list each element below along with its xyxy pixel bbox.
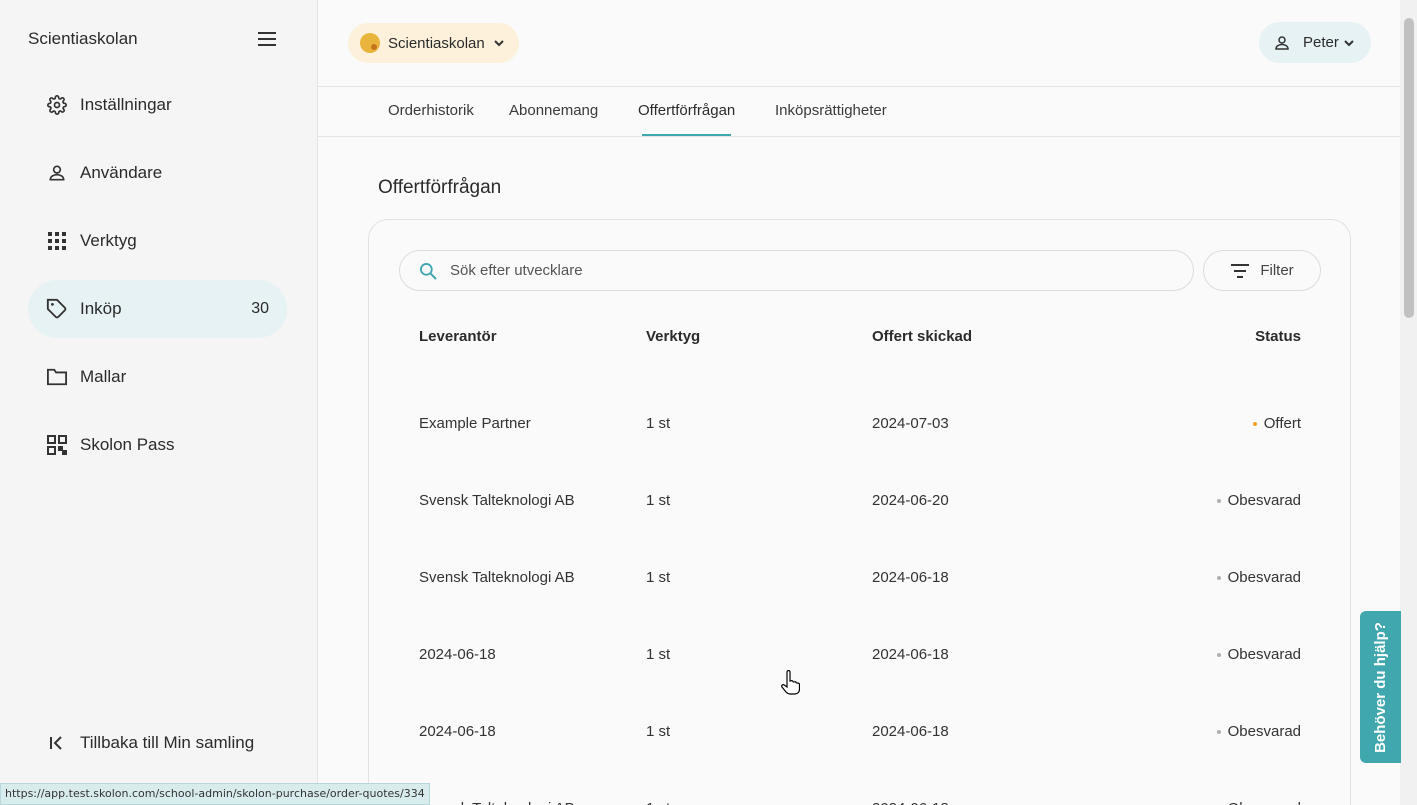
cell-tools: 1 st [646,800,670,805]
school-name: Scientiaskolan [388,34,485,52]
table-row[interactable]: 2024-06-18 1 st 2024-06-18 Obesvarad [419,579,1301,663]
school-selector[interactable]: Scientiaskolan [348,23,519,63]
school-logo-icon [360,33,380,53]
brand-name: Scientiaskolan [28,29,138,48]
sidebar-item-verktyg[interactable]: Verktyg [28,212,287,270]
sidebar-item-skolon-pass[interactable]: Skolon Pass [28,416,287,474]
sidebar-item-inkop[interactable]: Inköp 30 [28,280,287,338]
column-header-status[interactable]: Status [1255,328,1301,345]
hamburger-menu-icon[interactable] [256,28,278,50]
search-bar[interactable] [399,250,1194,291]
chevron-down-icon [1344,39,1354,46]
column-header-supplier[interactable]: Leverantör [419,328,497,345]
tab-offertforfragan[interactable]: Offertförfrågan [638,88,735,136]
grid-icon [46,230,68,252]
filter-button[interactable]: Filter [1203,250,1321,291]
column-header-sent[interactable]: Offert skickad [872,328,972,345]
search-icon [420,262,437,279]
sidebar-item-installningar[interactable]: Inställningar [28,76,287,134]
folder-icon [46,366,68,388]
chevron-down-icon [494,40,504,47]
sidebar-item-label: Verktyg [80,231,137,250]
sidebar: Scientiaskolan Inställningar Användare V… [0,0,318,805]
tab-abonnemang[interactable]: Abonnemang [509,88,598,136]
top-bar: Scientiaskolan Peter [318,0,1400,87]
table-row[interactable]: Example Partner 1 st 2024-07-03 Offert [419,348,1301,432]
filter-icon [1231,263,1250,278]
qr-icon [46,434,68,456]
table-row[interactable]: Svensk Talteknologi AB1 st2024-06-18Obes… [419,502,1301,586]
purchase-tabs: Orderhistorik Abonnemang Offertförfrågan… [318,88,1400,137]
cell-sent-date: 2024-06-18 [872,800,949,805]
back-link-label: Tillbaka till Min samling [80,733,255,752]
column-header-tools[interactable]: Verktyg [646,328,700,345]
link-status-bar: https://app.test.skolon.com/school-admin… [0,783,430,805]
table-row[interactable]: Svensk Talteknologi AB 1 st 2024-06-18 Obes… [419,733,1301,805]
quotes-card: Filter Leverantör Verktyg Offert skickad… [368,219,1351,805]
hand-cursor-icon [781,670,800,695]
sidebar-nav: Inställningar Användare Verktyg Inköp 30 [28,76,287,484]
tab-orderhistorik[interactable]: Orderhistorik [388,88,474,136]
person-icon [46,162,68,184]
tag-icon [46,298,68,320]
person-icon [1275,35,1289,50]
status-badge: Obesvarad [1217,800,1301,805]
sidebar-item-mallar[interactable]: Mallar [28,348,287,406]
user-menu-button[interactable]: Peter [1259,22,1371,63]
collapse-left-icon [46,732,68,754]
page-scrollbar[interactable] [1400,0,1417,805]
help-tab-button[interactable]: Behöver du hjälp? [1360,611,1401,763]
sidebar-item-label: Inköp [80,299,122,318]
cell-supplier: Svensk Talteknologi AB [419,800,575,805]
user-name: Peter [1303,34,1339,51]
quotes-table: Leverantör Verktyg Offert skickad Status… [419,328,1301,805]
filter-label: Filter [1260,262,1294,279]
sidebar-item-label: Användare [80,163,163,182]
scrollbar-thumb[interactable] [1404,18,1414,318]
purchase-count-badge: 30 [251,300,269,317]
gear-icon [46,94,68,116]
sidebar-item-label: Inställningar [80,95,172,114]
tab-inkopsrattigheter[interactable]: Inköpsrättigheter [775,88,887,136]
help-label: Behöver du hjälp? [1372,621,1390,753]
search-input[interactable] [450,262,1150,279]
back-to-collection-link[interactable]: Tillbaka till Min samling [46,732,254,754]
sidebar-item-anvandare[interactable]: Användare [28,144,287,202]
status-label: Obesvarad [1228,800,1301,805]
table-row[interactable]: 2024-06-18 1 st 2024-06-18 Obesvarad [419,656,1301,740]
sidebar-item-label: Skolon Pass [80,435,175,454]
table-header: Leverantör Verktyg Offert skickad Status [419,328,1301,348]
table-row[interactable]: Svensk Talteknologi AB 1 st 2024-06-20 Obes… [419,425,1301,509]
page-title: Offertförfrågan [378,177,502,198]
sidebar-item-label: Mallar [80,367,127,386]
